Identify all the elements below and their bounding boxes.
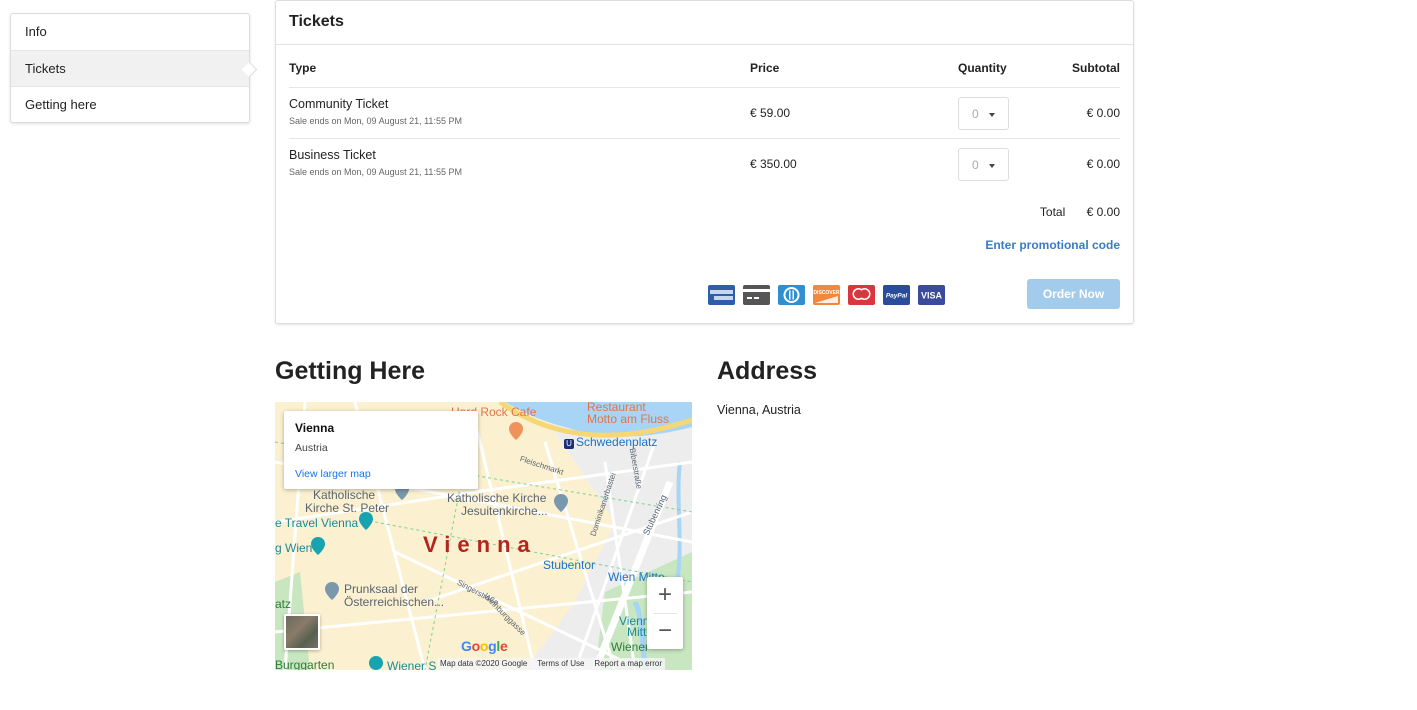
ticket-price: € 350.00 — [750, 157, 797, 171]
sidenav-item-label: Tickets — [25, 61, 66, 76]
map-label-kirche-peter-1: Katholische — [313, 488, 376, 502]
restaurant-pin-icon — [509, 422, 523, 440]
mastercard-icon — [848, 285, 875, 305]
church-pin-icon — [554, 494, 568, 512]
address-title: Address — [717, 357, 818, 385]
svg-text:DISCOVER: DISCOVER — [813, 290, 840, 296]
column-header-type: Type — [289, 61, 317, 75]
quantity-value: 0 — [972, 107, 979, 121]
map-info-subtitle: Austria — [295, 442, 328, 454]
sidenav-item-label: Info — [25, 24, 47, 39]
divider — [653, 613, 677, 614]
total-value: € 0.00 — [1086, 205, 1120, 219]
music-venue-pin-icon — [369, 656, 383, 670]
terms-of-use-link[interactable]: Terms of Use — [537, 658, 584, 670]
map-label-burggarten: Burggarten — [275, 658, 335, 670]
map-label-atz: atz — [275, 597, 292, 611]
map-info-window: Vienna Austria View larger map — [284, 411, 478, 489]
zoom-in-button[interactable]: + — [647, 577, 683, 613]
total-row: Total € 0.00 — [1040, 205, 1120, 219]
quantity-value: 0 — [972, 158, 979, 172]
map-label-wiener-stadtpark: Wiener — [611, 640, 650, 654]
getting-here-title: Getting Here — [275, 357, 426, 385]
quantity-select[interactable]: 0 — [958, 97, 1009, 130]
map-data-text: Map data ©2020 Google — [440, 659, 528, 668]
svg-text:VISA: VISA — [921, 291, 943, 301]
report-map-error-link[interactable]: Report a map error — [594, 658, 662, 670]
paypal-icon: PayPal — [883, 285, 910, 305]
museum-pin-icon — [359, 512, 373, 530]
total-label: Total — [1039, 205, 1066, 219]
caret-down-icon — [989, 164, 995, 168]
ticket-name: Business Ticket — [289, 148, 376, 162]
sale-ends-text: Sale ends on Mon, 09 August 21, 11:55 PM — [289, 116, 462, 126]
sidenav-item-info[interactable]: Info — [11, 14, 249, 50]
map[interactable]: Hard Rock Cafe Restaurant Motto am Fluss… — [275, 402, 692, 670]
visa-icon: VISA — [918, 285, 945, 305]
map-info-title: Vienna — [295, 421, 335, 435]
column-header-price: Price — [750, 61, 780, 75]
map-zoom-controls: + − — [647, 577, 683, 649]
ticket-subtotal: € 0.00 — [1086, 106, 1120, 120]
map-label-kirche-jesuiten-2: Jesuitenkirche... — [461, 504, 548, 518]
quantity-select[interactable]: 0 — [958, 148, 1009, 181]
map-label-prunksaal-2: Österreichischen... — [344, 595, 445, 609]
tickets-table: Type Price Quantity Subtotal Community T… — [289, 45, 1120, 190]
museum-pin-icon — [311, 537, 325, 555]
side-nav: Info Tickets Getting here — [10, 13, 250, 123]
sidenav-item-getting-here[interactable]: Getting here — [11, 86, 249, 122]
ticket-price: € 59.00 — [750, 106, 791, 120]
ticket-subtotal: € 0.00 — [1086, 157, 1120, 171]
promo-code-link[interactable]: Enter promotional code — [985, 238, 1120, 252]
zoom-out-button[interactable]: − — [647, 613, 683, 649]
caret-down-icon — [989, 113, 995, 117]
map-label-travel-vienna: e Travel Vienna — [275, 516, 359, 530]
map-label-prunksaal-1: Prunksaal der — [344, 582, 419, 596]
map-label-stubentor: Stubentor — [543, 558, 596, 572]
library-pin-icon — [325, 582, 339, 600]
map-label-wien: g Wien — [275, 541, 313, 555]
svg-text:PayPal: PayPal — [886, 293, 908, 300]
address-text: Vienna, Austria — [717, 403, 801, 417]
table-row: Business Ticket Sale ends on Mon, 09 Aug… — [289, 139, 1120, 190]
satellite-toggle-button[interactable] — [284, 614, 320, 650]
credit-card-icon — [743, 285, 770, 305]
map-label-motto: Motto am Fluss — [587, 412, 670, 426]
payment-methods: DISCOVER PayPal VISA — [708, 285, 945, 305]
ticket-name: Community Ticket — [289, 97, 389, 111]
column-header-subtotal: Subtotal — [1072, 61, 1120, 75]
order-now-button[interactable]: Order Now — [1027, 279, 1120, 309]
view-larger-map-link[interactable]: View larger map — [295, 468, 371, 480]
map-attribution: Map data ©2020 Google Terms of Use Repor… — [437, 658, 666, 670]
map-label-kirche-jesuiten-1: Katholische Kirche — [447, 491, 547, 505]
map-label-kirche-peter-2: Kirche St. Peter — [305, 501, 390, 515]
map-label-schwedenplatz: U Schwedenplatz — [564, 435, 657, 449]
map-label-text: Schwedenplatz — [576, 435, 658, 449]
diners-club-icon — [778, 285, 805, 305]
column-header-quantity: Quantity — [958, 61, 1007, 75]
table-header: Type Price Quantity Subtotal — [289, 45, 1120, 88]
sidenav-item-tickets[interactable]: Tickets — [11, 50, 249, 86]
sale-ends-text: Sale ends on Mon, 09 August 21, 11:55 PM — [289, 167, 462, 177]
tickets-panel: Tickets Type Price Quantity Subtotal Com… — [275, 0, 1134, 324]
table-row: Community Ticket Sale ends on Mon, 09 Au… — [289, 88, 1120, 139]
map-label-wiener-s: Wiener S — [387, 659, 437, 670]
sidenav-item-label: Getting here — [25, 97, 97, 112]
discover-icon: DISCOVER — [813, 285, 840, 305]
map-city-label: Vienna — [423, 532, 537, 557]
tickets-title: Tickets — [276, 1, 1133, 45]
google-logo: Google — [461, 638, 508, 654]
amex-icon — [708, 285, 735, 305]
